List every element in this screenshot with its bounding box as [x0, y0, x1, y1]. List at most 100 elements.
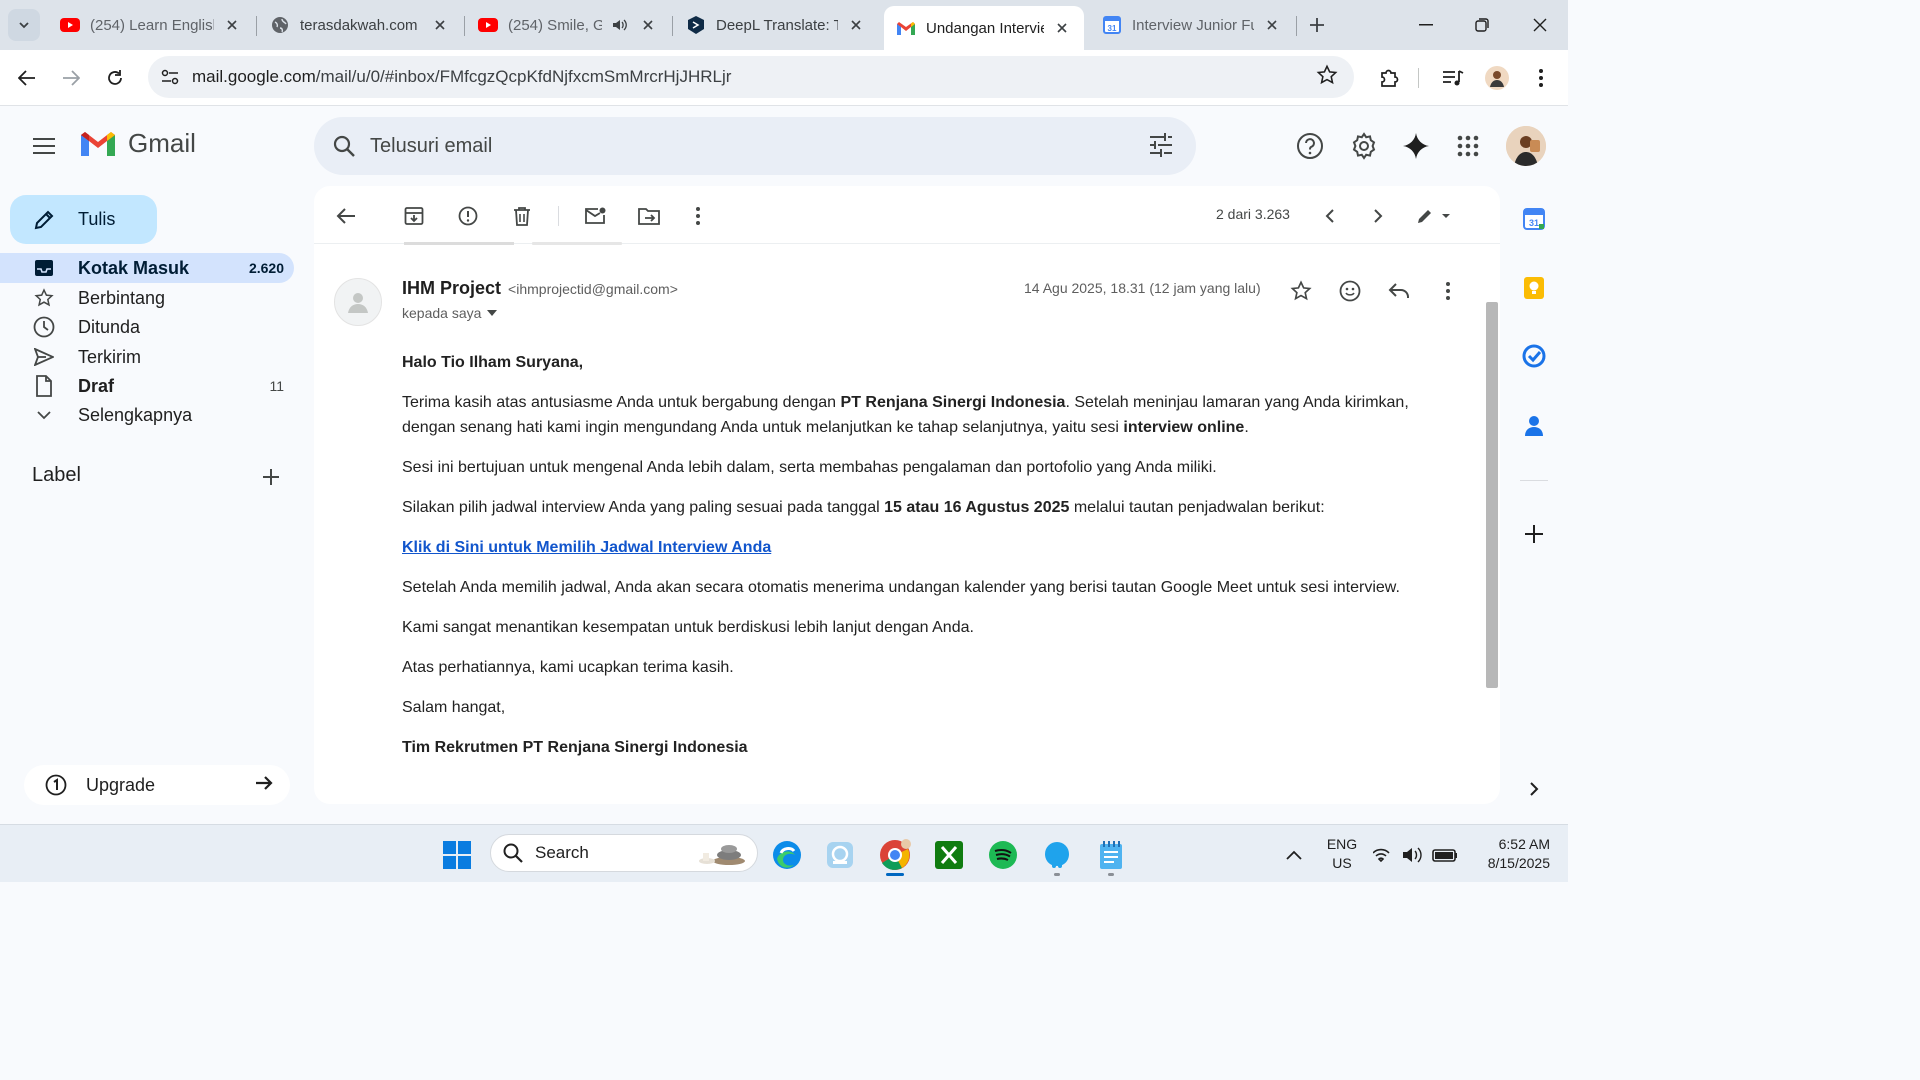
sender-name[interactable]: IHM Project	[402, 278, 501, 298]
browser-tab-active[interactable]: Undangan Intervie	[884, 6, 1084, 50]
minimize-button[interactable]	[1406, 8, 1446, 42]
tab-divider	[464, 16, 465, 36]
star-message-icon[interactable]	[1286, 276, 1316, 306]
trash-icon[interactable]	[508, 202, 536, 230]
media-control-icon[interactable]	[1438, 63, 1468, 93]
plus-icon	[263, 469, 279, 485]
tab-search-button[interactable]	[8, 9, 40, 41]
show-hidden-icons-icon[interactable]	[1274, 835, 1314, 875]
reply-icon[interactable]	[1384, 276, 1414, 306]
move-to-icon[interactable]	[635, 202, 663, 230]
back-to-inbox-icon[interactable]	[332, 202, 360, 230]
paragraph: Salam hangat,	[402, 698, 506, 716]
create-label-button[interactable]	[258, 464, 284, 490]
nav-item-count: 11	[269, 378, 284, 394]
upgrade-button[interactable]: Upgrade	[24, 765, 290, 805]
help-icon[interactable]	[1293, 129, 1327, 163]
photos-app-icon[interactable]	[820, 835, 860, 875]
gemini-sparkle-icon[interactable]	[1399, 129, 1433, 163]
paragraph: Sesi ini bertujuan untuk mengenal Anda l…	[402, 458, 1217, 476]
nav-item-snoozed[interactable]: Ditunda	[0, 312, 294, 342]
restore-button[interactable]	[1462, 8, 1502, 42]
close-tab-icon[interactable]	[846, 15, 866, 35]
gmail-logo[interactable]: Gmail	[78, 128, 196, 159]
close-tab-icon[interactable]	[1262, 15, 1282, 35]
expand-side-panel-icon[interactable]	[1518, 773, 1550, 805]
speaker-icon[interactable]	[610, 15, 630, 35]
spotify-icon[interactable]	[983, 835, 1023, 875]
edge-browser-icon[interactable]	[767, 835, 807, 875]
taskbar-search[interactable]: Search	[490, 834, 758, 872]
nav-item-starred[interactable]: Berbintang	[0, 283, 294, 313]
mail-search-bar[interactable]: Telusuri email	[314, 117, 1196, 175]
xbox-app-icon[interactable]	[929, 835, 969, 875]
browser-tab[interactable]: (254) Smile, Go	[466, 6, 670, 44]
wifi-icon	[1373, 848, 1390, 863]
browser-tab[interactable]: (254) Learn English	[48, 6, 254, 44]
compose-button[interactable]: Tulis	[10, 195, 157, 244]
start-button[interactable]	[437, 835, 477, 875]
caret-down-icon[interactable]	[487, 310, 498, 316]
bookmark-star-icon[interactable]	[1316, 64, 1338, 86]
get-addons-icon[interactable]	[1518, 518, 1550, 550]
forward-button[interactable]	[55, 62, 87, 94]
company-name: PT Renjana Sinergi Indonesia	[840, 394, 1066, 411]
reload-button[interactable]	[99, 62, 131, 94]
calendar-icon: 31	[1102, 15, 1122, 35]
settings-gear-icon[interactable]	[1347, 129, 1381, 163]
app-icon[interactable]	[1037, 835, 1077, 875]
search-options-icon[interactable]	[1148, 132, 1174, 158]
scrollbar-thumb[interactable]	[1486, 302, 1498, 688]
calendar-app-icon[interactable]: 31	[1518, 203, 1550, 235]
browser-tab[interactable]: 31 Interview Junior Fu	[1090, 6, 1294, 44]
youtube-icon	[60, 15, 80, 35]
address-bar[interactable]: mail.google.com/mail/u/0/#inbox/FMfcgzQc…	[148, 56, 1354, 98]
close-tab-icon[interactable]	[222, 15, 242, 35]
pencil-icon	[32, 208, 56, 232]
clock[interactable]: 6:52 AM 8/15/2025	[1470, 835, 1550, 873]
browser-menu-icon[interactable]	[1526, 63, 1556, 93]
input-language[interactable]: ENG US	[1322, 835, 1362, 873]
notepad-icon[interactable]	[1091, 835, 1131, 875]
profile-avatar-icon[interactable]	[1482, 63, 1512, 93]
chrome-icon[interactable]	[875, 835, 915, 875]
mark-unread-icon[interactable]	[581, 202, 609, 230]
archive-icon[interactable]	[400, 202, 428, 230]
nav-item-inbox[interactable]: Kotak Masuk 2.620	[0, 253, 294, 283]
search-placeholder: Telusuri email	[370, 134, 493, 157]
new-tab-button[interactable]	[1302, 10, 1332, 40]
google-apps-icon[interactable]	[1451, 129, 1485, 163]
message-more-icon[interactable]	[1433, 276, 1463, 306]
nav-item-more[interactable]: Selengkapnya	[0, 400, 294, 430]
older-message-icon[interactable]	[1364, 202, 1392, 230]
nav-item-sent[interactable]: Terkirim	[0, 342, 294, 372]
more-options-icon[interactable]	[684, 202, 712, 230]
site-info-icon[interactable]	[156, 63, 184, 91]
search-icon[interactable]	[330, 132, 358, 160]
nav-item-drafts[interactable]: Draf 11	[0, 371, 294, 401]
tab-divider	[1296, 16, 1297, 36]
browser-tab[interactable]: terasdakwah.com	[258, 6, 462, 44]
recipient-line[interactable]: kepada saya	[402, 305, 498, 321]
account-avatar[interactable]	[1506, 126, 1546, 166]
input-tools-icon[interactable]	[1412, 202, 1454, 230]
arrow-right-icon	[63, 70, 80, 86]
close-window-button[interactable]	[1520, 8, 1560, 42]
plus-icon	[1310, 18, 1324, 32]
emoji-react-icon[interactable]	[1335, 276, 1365, 306]
close-tab-icon[interactable]	[430, 15, 450, 35]
main-menu-button[interactable]	[28, 130, 60, 162]
contacts-app-icon[interactable]	[1518, 410, 1550, 442]
keep-app-icon[interactable]	[1518, 272, 1550, 304]
sender-avatar[interactable]	[334, 278, 382, 326]
schedule-interview-link[interactable]: Klik di Sini untuk Memilih Jadwal Interv…	[402, 539, 771, 556]
report-spam-icon[interactable]	[454, 202, 482, 230]
extensions-icon[interactable]	[1374, 63, 1404, 93]
back-button[interactable]	[11, 62, 43, 94]
close-tab-icon[interactable]	[1052, 18, 1072, 38]
browser-tab[interactable]: DeepL Translate: Th	[674, 6, 878, 44]
newer-message-icon[interactable]	[1316, 202, 1344, 230]
tasks-app-icon[interactable]	[1518, 340, 1550, 372]
close-tab-icon[interactable]	[638, 15, 658, 35]
system-tray-status[interactable]	[1370, 835, 1466, 875]
